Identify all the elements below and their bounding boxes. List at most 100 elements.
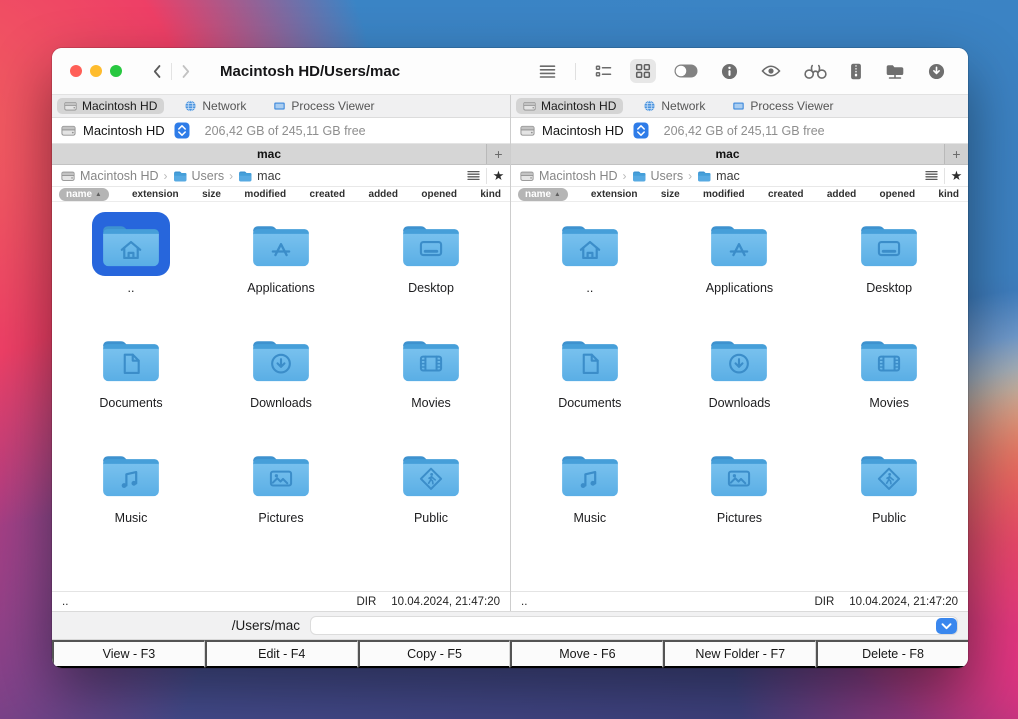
column-header[interactable]: created ▲ xyxy=(768,189,804,200)
zoom-button[interactable] xyxy=(110,65,122,77)
favorite-star-icon[interactable]: ★ xyxy=(486,168,510,184)
file-item[interactable]: Applications xyxy=(206,212,356,327)
column-header[interactable]: added ▲ xyxy=(369,189,398,200)
download-icon[interactable] xyxy=(923,59,950,84)
archive-icon[interactable] xyxy=(845,59,867,84)
window-title: Macintosh HD/Users/mac xyxy=(220,63,400,80)
breadcrumb-item[interactable]: › mac xyxy=(229,169,281,183)
folder-tab[interactable]: mac xyxy=(511,144,944,164)
view-options-icon[interactable] xyxy=(461,170,486,181)
column-header[interactable]: opened ▲ xyxy=(880,189,916,200)
column-header[interactable]: kind ▲ xyxy=(480,189,501,200)
column-header[interactable]: modified ▲ xyxy=(703,189,745,200)
forward-button[interactable] xyxy=(181,64,191,79)
folder-icon xyxy=(707,449,771,499)
drive-icon xyxy=(520,124,535,137)
network-share-icon[interactable] xyxy=(880,59,910,83)
column-header[interactable]: extension ▲ xyxy=(591,189,638,200)
volume-tab[interactable]: Process Viewer xyxy=(266,98,381,114)
add-tab-button[interactable]: + xyxy=(486,144,510,164)
status-modified: 10.04.2024, 21:47:20 xyxy=(391,596,500,608)
favorite-star-icon[interactable]: ★ xyxy=(944,168,968,184)
file-item[interactable]: Documents xyxy=(515,327,665,442)
folder-icon xyxy=(857,334,921,384)
volume-row: Macintosh HD 206,42 GB of 245,11 GB free xyxy=(52,118,510,144)
file-item[interactable]: Pictures xyxy=(206,442,356,557)
breadcrumb: › Macintosh HD › Users › mac xyxy=(52,165,461,186)
close-button[interactable] xyxy=(70,65,82,77)
binoculars-icon[interactable] xyxy=(799,59,832,83)
column-header[interactable]: name ▲ xyxy=(518,188,568,201)
minimize-button[interactable] xyxy=(90,65,102,77)
file-item[interactable]: Downloads xyxy=(206,327,356,442)
breadcrumb-folder-icon xyxy=(632,170,646,182)
file-item[interactable]: Desktop xyxy=(814,212,964,327)
breadcrumb-item[interactable]: › Macintosh HD xyxy=(61,169,159,183)
file-item[interactable]: Public xyxy=(356,442,506,557)
tab-icon xyxy=(184,100,197,112)
file-item-label: Applications xyxy=(706,281,773,295)
breadcrumb-folder-icon xyxy=(173,170,187,182)
breadcrumb-item[interactable]: › Macintosh HD xyxy=(520,169,618,183)
menu-icon[interactable] xyxy=(534,60,561,83)
volume-tab[interactable]: Network xyxy=(177,98,253,114)
file-item[interactable]: Documents xyxy=(56,327,206,442)
breadcrumb-item[interactable]: › Users xyxy=(623,169,684,183)
file-item[interactable]: Movies xyxy=(356,327,506,442)
volume-tab[interactable]: Process Viewer xyxy=(725,98,840,114)
folder-icon xyxy=(558,449,622,499)
folder-icon xyxy=(558,219,622,269)
volume-stepper[interactable] xyxy=(174,122,190,139)
function-key-button[interactable]: Edit - F4 xyxy=(205,640,358,668)
function-key-button[interactable]: View - F3 xyxy=(52,640,205,668)
file-item[interactable]: Public xyxy=(814,442,964,557)
volume-tab[interactable]: Macintosh HD xyxy=(57,98,164,114)
breadcrumb-item[interactable]: › mac xyxy=(688,169,740,183)
column-header[interactable]: created ▲ xyxy=(310,189,346,200)
breadcrumb-folder-icon xyxy=(61,170,75,182)
function-key-button[interactable]: Move - F6 xyxy=(510,640,663,668)
tab-label: Network xyxy=(661,99,705,113)
column-header[interactable]: size ▲ xyxy=(202,189,221,200)
toggle-icon[interactable] xyxy=(669,60,703,82)
view-options-icon[interactable] xyxy=(919,170,944,181)
function-key-button[interactable]: Copy - F5 xyxy=(358,640,511,668)
column-header[interactable]: opened ▲ xyxy=(421,189,457,200)
column-header[interactable]: kind ▲ xyxy=(938,189,959,200)
back-button[interactable] xyxy=(152,64,162,79)
grid-view-icon[interactable] xyxy=(630,59,656,83)
function-key-button[interactable]: New Folder - F7 xyxy=(663,640,816,668)
breadcrumb-item[interactable]: › Users xyxy=(164,169,225,183)
file-grid: .. Applications Desktop Documents Downlo… xyxy=(511,202,968,591)
column-header[interactable]: size ▲ xyxy=(661,189,680,200)
volume-tab[interactable]: Macintosh HD xyxy=(516,98,623,114)
column-header[interactable]: extension ▲ xyxy=(132,189,179,200)
folder-tab[interactable]: mac xyxy=(52,144,486,164)
file-item[interactable]: Applications xyxy=(665,212,815,327)
file-item[interactable]: Music xyxy=(515,442,665,557)
volume-tab[interactable]: Network xyxy=(636,98,712,114)
path-dropdown-button[interactable] xyxy=(936,618,957,634)
volume-stepper[interactable] xyxy=(633,122,649,139)
column-header[interactable]: added ▲ xyxy=(827,189,856,200)
info-icon[interactable] xyxy=(716,59,743,84)
file-item[interactable]: Music xyxy=(56,442,206,557)
sort-ascending-icon: ▲ xyxy=(554,191,560,198)
add-tab-button[interactable]: + xyxy=(944,144,968,164)
file-item[interactable]: Downloads xyxy=(665,327,815,442)
file-item[interactable]: .. xyxy=(515,212,665,327)
eye-icon[interactable] xyxy=(756,60,786,82)
file-item[interactable]: .. xyxy=(56,212,206,327)
folder-tab-strip: mac + xyxy=(511,144,968,165)
column-header[interactable]: modified ▲ xyxy=(244,189,286,200)
file-item-label: Documents xyxy=(558,396,621,410)
list-view-icon[interactable] xyxy=(590,60,617,82)
file-item[interactable]: Movies xyxy=(814,327,964,442)
path-input[interactable] xyxy=(310,616,958,635)
file-item[interactable]: Desktop xyxy=(356,212,506,327)
function-key-button[interactable]: Delete - F8 xyxy=(816,640,968,668)
file-item[interactable]: Pictures xyxy=(665,442,815,557)
column-header[interactable]: name ▲ xyxy=(59,188,109,201)
chevron-left-icon xyxy=(155,66,160,77)
tab-icon xyxy=(64,100,77,112)
